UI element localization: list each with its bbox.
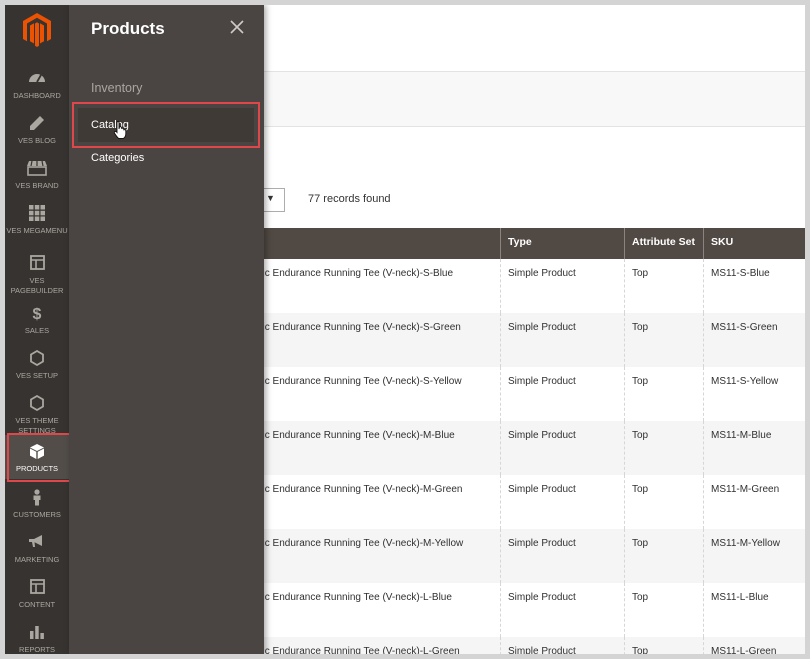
sidebar-item-sales[interactable]: $ SALES [5, 305, 69, 336]
cell-attribute-set: Top [624, 637, 703, 654]
sidebar-item-label: SALES [24, 326, 50, 335]
cell-sku: MS11-L-Blue [703, 583, 805, 637]
records-count: 77 records found [308, 193, 391, 205]
cell-attribute-set: Top [624, 475, 703, 529]
sidebar-item-content[interactable]: CONTENT [5, 579, 69, 610]
cell-sku: MS11-L-Green [703, 637, 805, 654]
cell-type: Simple Product [500, 583, 624, 637]
sidebar-item-ves-blog[interactable]: VES BLOG [5, 115, 69, 146]
sidebar-item-ves-theme-settings[interactable]: VES THEME SETTINGS [5, 394, 69, 435]
cell-attribute-set: Top [624, 421, 703, 475]
cell-attribute-set: Top [624, 259, 703, 313]
cell-type: Simple Product [500, 475, 624, 529]
sidebar-item-reports[interactable]: REPORTS [5, 624, 69, 654]
megaphone-icon [5, 534, 69, 552]
cell-type: Simple Product [500, 259, 624, 313]
cell-attribute-set: Top [624, 367, 703, 421]
chevron-down-icon: ▼ [266, 193, 275, 203]
layout-icon [5, 255, 69, 273]
sidebar-item-ves-setup[interactable]: VES SETUP [5, 349, 69, 381]
cell-sku: MS11-S-Yellow [703, 367, 805, 421]
sidebar-item-label: DASHBOARD [13, 91, 61, 100]
submenu-item-categories[interactable]: Categories [91, 152, 144, 164]
catalog-highlight-box [72, 102, 260, 148]
cell-attribute-set: Top [624, 529, 703, 583]
column-header-type[interactable]: Type [500, 228, 624, 259]
sidebar-item-label: VES PAGEBUILDER [10, 276, 64, 295]
sidebar-item-ves-pagebuilder[interactable]: VES PAGEBUILDER [5, 255, 69, 295]
sidebar-item-label: MARKETING [14, 555, 60, 564]
column-header-attribute-set[interactable]: Attribute Set [624, 228, 703, 259]
cell-type: Simple Product [500, 421, 624, 475]
admin-frame: ▼ 77 records found e Type Attribute Set … [5, 5, 805, 654]
admin-sidebar: DASHBOARD VES BLOG VES BRAND VES MEGAMENU VE… [5, 5, 79, 654]
cell-type: Simple Product [500, 637, 624, 654]
person-icon [5, 489, 69, 507]
sidebar-item-customers[interactable]: CUSTOMERS [5, 489, 69, 520]
submenu-group-title: Inventory [91, 81, 143, 95]
cell-sku: MS11-S-Blue [703, 259, 805, 313]
sidebar-item-label: REPORTS [18, 645, 56, 654]
column-header-sku[interactable]: SKU [703, 228, 805, 259]
bar-chart-icon [5, 624, 69, 642]
sidebar-item-ves-brand[interactable]: VES BRAND [5, 160, 69, 191]
pencil-icon [5, 115, 69, 133]
cell-sku: MS11-M-Blue [703, 421, 805, 475]
sidebar-item-dashboard[interactable]: DASHBOARD [5, 70, 69, 101]
magento-logo[interactable] [23, 13, 51, 47]
cell-sku: MS11-M-Green [703, 475, 805, 529]
cell-type: Simple Product [500, 313, 624, 367]
dollar-icon: $ [5, 305, 69, 323]
sidebar-item-label: VES SETUP [15, 371, 59, 380]
submenu-title: Products [91, 19, 165, 38]
layout-icon [5, 579, 69, 597]
sidebar-item-label: CONTENT [18, 600, 56, 609]
sidebar-item-label: VES BRAND [15, 181, 59, 190]
cell-type: Simple Product [500, 529, 624, 583]
speedometer-icon [5, 70, 69, 88]
hand-cursor-icon [113, 121, 127, 139]
close-icon[interactable] [229, 19, 245, 35]
cell-attribute-set: Top [624, 313, 703, 367]
svg-text:$: $ [33, 306, 42, 322]
sidebar-item-label: CUSTOMERS [13, 510, 61, 519]
grid-icon [5, 205, 69, 223]
hexagon-icon [5, 394, 69, 413]
sidebar-item-ves-megamenu[interactable]: VES MEGAMENU [5, 205, 69, 236]
sidebar-item-marketing[interactable]: MARKETING [5, 534, 69, 565]
cell-attribute-set: Top [624, 583, 703, 637]
hexagon-icon [5, 349, 69, 368]
cell-type: Simple Product [500, 367, 624, 421]
cell-sku: MS11-M-Yellow [703, 529, 805, 583]
sidebar-item-label: VES BLOG [18, 136, 56, 145]
storefront-icon [5, 160, 69, 178]
sidebar-item-label: VES MEGAMENU [6, 226, 68, 235]
cell-sku: MS11-S-Green [703, 313, 805, 367]
products-submenu-panel: Products Inventory Catalog Categories [69, 5, 264, 654]
